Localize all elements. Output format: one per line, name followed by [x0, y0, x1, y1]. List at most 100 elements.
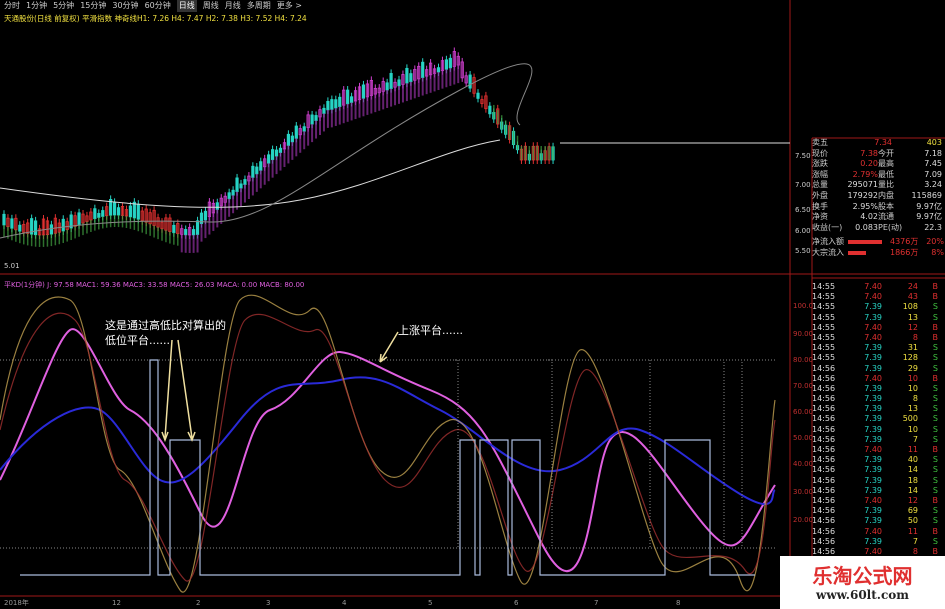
- candle-body: [330, 99, 334, 110]
- tick-cell: 24: [907, 282, 918, 291]
- candle-body: [203, 210, 208, 221]
- quote-row-4-cell: 内盘: [878, 190, 894, 200]
- quote-header-cell: 7.34: [874, 138, 892, 147]
- flow-pct: 8%: [931, 247, 944, 257]
- tick-cell: S: [932, 475, 938, 485]
- ind-tick-5: 50.00: [793, 434, 813, 442]
- tick-cell: 14:55: [812, 282, 836, 291]
- tick-cell: 14:55: [812, 332, 836, 342]
- tick-row: 14:55 7.40 24 B: [812, 282, 945, 292]
- period-tabs: 分时 1分钟 5分钟 15分钟 30分钟 60分钟 日线 周线 月线 多周期 更多 >: [0, 0, 794, 12]
- candle-body: [302, 126, 306, 132]
- tick-row: 14:56 7.40 11 B: [812, 527, 945, 537]
- candle-body: [385, 82, 389, 91]
- candle-body: [444, 59, 449, 70]
- tab-1[interactable]: 1分钟: [26, 0, 47, 12]
- quote-row-5: 换手 2.95% 股本 9.97亿: [812, 202, 945, 213]
- flow-value: 4376万: [890, 237, 919, 247]
- candle-body: [448, 57, 452, 69]
- candle-body: [231, 189, 235, 196]
- tick-cell: 11: [907, 445, 918, 454]
- tick-cell: 14:56: [812, 455, 836, 465]
- candle-body: [326, 100, 330, 111]
- tick-cell: B: [932, 445, 939, 454]
- quote-row-4-cell: 179292: [847, 190, 878, 200]
- tick-cell: 14:55: [812, 312, 836, 322]
- candle-body: [235, 177, 239, 193]
- tick-cell: 10: [907, 383, 918, 393]
- ind-tick-7: 30.00: [793, 488, 813, 496]
- candle-body: [61, 218, 65, 232]
- ind-tick-6: 40.00: [793, 460, 813, 468]
- tab-3[interactable]: 15分钟: [80, 0, 106, 12]
- quote-row-2-cell: 涨幅: [812, 169, 828, 179]
- candle-body: [270, 149, 275, 161]
- tab-8[interactable]: 月线: [225, 0, 241, 12]
- tick-cell: 14:56: [812, 424, 836, 434]
- tick-cell: 14: [907, 485, 918, 495]
- quote-row-3-cell: 总量: [812, 180, 828, 190]
- candle-body: [405, 67, 409, 84]
- annotation-low-platform: 这是通过高低比对算出的 低位平台......: [105, 319, 226, 347]
- tick-cell: B: [932, 332, 939, 342]
- tick-row: 14:56 7.39 10 S: [812, 384, 945, 394]
- tab-0[interactable]: 分时: [4, 0, 20, 12]
- quote-header-cell: 403: [926, 138, 942, 147]
- quote-row-6: 净资 4.02 流通 9.97亿: [812, 212, 945, 223]
- candle-body: [97, 213, 101, 218]
- tick-cell: S: [932, 404, 938, 414]
- tick-cell: B: [932, 373, 939, 383]
- tick-cell: 14:56: [812, 495, 836, 505]
- tick-cell: 7: [912, 434, 918, 444]
- tick-cell: 108: [902, 302, 918, 312]
- tab-10[interactable]: 更多 >: [277, 0, 302, 12]
- k-line-magenta: [0, 328, 776, 573]
- quote-row-5-cell: 2.95%: [852, 201, 878, 211]
- tab-4[interactable]: 30分钟: [112, 0, 138, 12]
- tab-2[interactable]: 5分钟: [53, 0, 74, 12]
- quote-panel: 卖五 7.34 403 现价 7.38 今开 7.18 涨跌 0.20 最高 7.45 涨幅 2.79%…: [812, 138, 945, 278]
- tick-cell: 11: [907, 526, 918, 536]
- quote-row-4-cell: 115869: [911, 190, 942, 200]
- candle-body: [294, 125, 298, 139]
- tick-row: 14:56 7.39 69 S: [812, 506, 945, 516]
- tick-list: 14:55 7.40 24 B 14:55 7.40 43 B 14:55 7.39 108 S 14:…: [812, 282, 945, 582]
- candle-body: [227, 192, 231, 200]
- tab-6[interactable]: 日线: [176, 0, 197, 12]
- candle-body: [255, 166, 259, 175]
- ma-white: [0, 139, 501, 208]
- tick-cell: 10: [907, 424, 918, 434]
- tick-cell: 7.39: [864, 424, 882, 434]
- watermark-logo: 乐淘公式网 www.60lt.com: [780, 556, 945, 609]
- tab-7[interactable]: 周线: [203, 0, 219, 12]
- quote-row-7-cell: 0.083: [855, 222, 878, 232]
- tick-cell: 7.39: [864, 404, 882, 414]
- candle-body: [49, 224, 54, 235]
- candle-body: [468, 74, 472, 89]
- tick-row: 14:55 7.40 8 B: [812, 333, 945, 343]
- tick-row: 14:56 7.39 7 S: [812, 435, 945, 445]
- candle-body: [2, 213, 6, 226]
- tick-cell: 14:56: [812, 373, 836, 383]
- tick-cell: 14:55: [812, 322, 836, 332]
- tab-9[interactable]: 多周期: [247, 0, 271, 12]
- quote-row-4-cell: 外盘: [812, 190, 828, 200]
- date-tick-1: 12: [112, 599, 121, 607]
- tick-cell: 18: [907, 475, 918, 485]
- candle-body: [239, 183, 243, 189]
- tick-cell: 31: [907, 343, 918, 353]
- tick-cell: S: [932, 383, 938, 393]
- quote-header: 卖五 7.34 403: [812, 138, 945, 149]
- tab-5[interactable]: 60分钟: [145, 0, 171, 12]
- tick-cell: 7.39: [864, 363, 882, 373]
- candle-body: [286, 133, 291, 146]
- tick-row: 14:56 7.39 50 S: [812, 516, 945, 526]
- tick-cell: 14: [907, 465, 918, 475]
- quote-row-0-cell: 7.18: [924, 148, 942, 158]
- tick-cell: S: [932, 455, 938, 465]
- tick-row: 14:56 7.39 8 S: [812, 394, 945, 404]
- tick-cell: 128: [902, 353, 918, 363]
- quote-row-3-cell: 3.24: [924, 180, 942, 190]
- candle-body: [113, 201, 117, 216]
- candle-body: [215, 202, 219, 210]
